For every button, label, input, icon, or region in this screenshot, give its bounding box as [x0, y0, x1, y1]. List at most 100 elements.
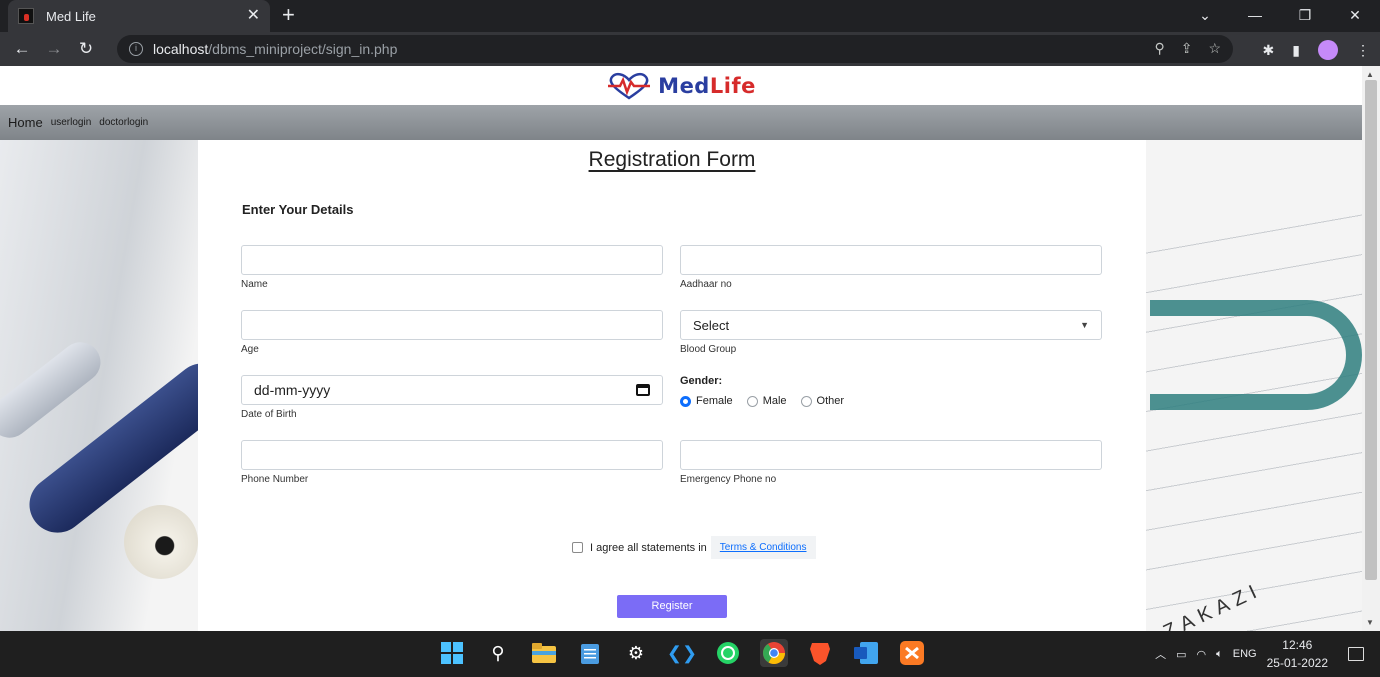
- whatsapp-icon[interactable]: [714, 639, 742, 667]
- vscode-icon[interactable]: ❮❯: [667, 639, 697, 667]
- search-icon[interactable]: ⚲: [484, 639, 512, 667]
- back-button[interactable]: ←: [6, 39, 38, 59]
- brave-icon[interactable]: [806, 639, 834, 667]
- stethoscope-chestpiece-shape: [124, 505, 198, 579]
- site-header: MedLife: [0, 66, 1362, 105]
- notepad-icon[interactable]: [576, 639, 604, 667]
- name-input[interactable]: [241, 245, 663, 275]
- logo-text-med: Med: [658, 73, 710, 98]
- zoom-icon[interactable]: ⚲: [1154, 40, 1164, 57]
- agree-checkbox[interactable]: [572, 542, 583, 553]
- tab-close-icon[interactable]: ✕: [247, 8, 260, 24]
- dob-label: Date of Birth: [241, 409, 297, 420]
- radio-other[interactable]: [800, 395, 812, 407]
- nav-home-link[interactable]: Home: [8, 115, 43, 130]
- radio-male[interactable]: [746, 395, 758, 407]
- name-field-group: Name: [241, 245, 663, 290]
- browser-toolbar: ← → ↻ i localhost /dbms_miniproject/sign…: [0, 32, 1380, 66]
- volume-icon[interactable]: 🔈︎: [1216, 648, 1223, 661]
- gender-other-option[interactable]: Other: [800, 395, 845, 407]
- nav-userlogin-link[interactable]: userlogin: [51, 117, 92, 128]
- heartbeat-logo-icon: [608, 72, 651, 100]
- gender-male-option[interactable]: Male: [746, 395, 787, 407]
- registration-card: Registration Form Enter Your Details Nam…: [198, 140, 1146, 631]
- url-host: localhost: [153, 41, 209, 57]
- age-field-group: Age: [241, 310, 663, 355]
- side-panel-icon[interactable]: ▮: [1292, 42, 1300, 59]
- background-paper: [1146, 214, 1362, 631]
- clock[interactable]: 12:46 25-01-2022: [1267, 636, 1328, 672]
- favicon-icon: [18, 8, 34, 24]
- file-explorer-icon[interactable]: [530, 639, 558, 667]
- chrome-icon[interactable]: [760, 639, 788, 667]
- window-controls: ⌄ — ❐ ✕: [1180, 0, 1380, 30]
- word-icon[interactable]: [852, 639, 880, 667]
- scroll-thumb[interactable]: [1365, 80, 1377, 580]
- address-bar[interactable]: i localhost /dbms_miniproject/sign_in.ph…: [117, 35, 1233, 63]
- page-viewport: MedLife Home userlogin doctorlogin ZAKAZ…: [0, 66, 1362, 631]
- os-taskbar: ⚲ ⚙ ❮❯ ︿ ▭ ◠ 🔈︎ ENG 12:46 25-01-2022: [0, 631, 1380, 677]
- page-scrollbar[interactable]: ▲ ▼: [1362, 66, 1380, 631]
- url-path: /dbms_miniproject/sign_in.php: [208, 41, 398, 57]
- emergency-phone-label: Emergency Phone no: [680, 474, 777, 485]
- terms-agreement: I agree all statements in Terms & Condit…: [572, 536, 816, 559]
- extensions-icon[interactable]: ✱: [1263, 42, 1275, 59]
- dob-input[interactable]: dd-mm-yyyy: [241, 375, 663, 405]
- age-label: Age: [241, 344, 259, 355]
- gender-label: Gender:: [680, 375, 723, 387]
- scroll-up-icon[interactable]: ▲: [1366, 70, 1374, 79]
- notification-icon[interactable]: [1348, 647, 1364, 661]
- age-input[interactable]: [241, 310, 663, 340]
- calendar-icon[interactable]: [636, 384, 650, 396]
- blood-group-label: Blood Group: [680, 344, 737, 355]
- start-windows-icon[interactable]: [438, 639, 466, 667]
- menu-kebab-icon[interactable]: ⋮: [1356, 42, 1370, 59]
- scroll-down-icon[interactable]: ▼: [1366, 618, 1374, 627]
- chevron-up-icon[interactable]: ︿: [1155, 646, 1166, 662]
- form-title: Registration Form: [588, 148, 756, 171]
- gender-other-label: Other: [816, 395, 845, 407]
- emergency-phone-input[interactable]: [680, 440, 1102, 470]
- share-icon[interactable]: ⇪: [1181, 40, 1193, 57]
- medlife-logo[interactable]: MedLife: [606, 72, 756, 100]
- gender-female-option[interactable]: Female: [680, 395, 733, 407]
- blood-group-value: Select: [693, 317, 730, 333]
- dob-field-group: dd-mm-yyyy Date of Birth: [241, 375, 663, 420]
- bookmark-star-icon[interactable]: ☆: [1208, 40, 1221, 57]
- battery-icon[interactable]: ▭: [1176, 648, 1186, 661]
- language-indicator[interactable]: ENG: [1233, 648, 1257, 660]
- nav-doctorlogin-link[interactable]: doctorlogin: [99, 117, 148, 128]
- tab-strip: Med Life ✕ + ⌄ — ❐ ✕: [0, 0, 1380, 32]
- minimize-button[interactable]: —: [1230, 7, 1280, 23]
- settings-gear-icon[interactable]: ⚙: [622, 639, 650, 667]
- blood-group-select[interactable]: Select ▼: [680, 310, 1102, 340]
- name-label: Name: [241, 279, 268, 290]
- phone-label: Phone Number: [241, 474, 309, 485]
- restore-button[interactable]: ❐: [1280, 7, 1330, 24]
- tab-search-icon[interactable]: ⌄: [1180, 7, 1230, 24]
- aadhaar-label: Aadhaar no: [680, 279, 732, 290]
- new-tab-button[interactable]: +: [282, 4, 295, 26]
- blood-group-field-group: Select ▼ Blood Group: [680, 310, 1102, 355]
- radio-female[interactable]: [680, 395, 691, 407]
- profile-avatar[interactable]: [1318, 40, 1338, 60]
- gender-female-label: Female: [696, 395, 733, 407]
- form-subheading: Enter Your Details: [242, 202, 354, 217]
- emergency-field-group: Emergency Phone no: [680, 440, 1102, 485]
- forward-button[interactable]: →: [38, 39, 70, 59]
- pen-clip-shape: [0, 334, 109, 446]
- close-window-button[interactable]: ✕: [1330, 7, 1380, 24]
- aadhaar-input[interactable]: [680, 245, 1102, 275]
- system-tray: ︿ ▭ ◠ 🔈︎ ENG 12:46 25-01-2022: [1155, 631, 1364, 677]
- phone-input[interactable]: [241, 440, 663, 470]
- stethoscope-tube-shape: [1150, 300, 1362, 410]
- phone-field-group: Phone Number: [241, 440, 663, 485]
- reload-button[interactable]: ↻: [70, 39, 102, 59]
- wifi-icon[interactable]: ◠: [1197, 648, 1207, 661]
- browser-tab[interactable]: Med Life ✕: [8, 0, 270, 32]
- terms-link[interactable]: Terms & Conditions: [710, 536, 816, 559]
- register-button[interactable]: Register: [617, 595, 727, 618]
- site-info-icon[interactable]: i: [129, 42, 143, 56]
- gender-group: Gender: Female Male Other: [680, 375, 844, 407]
- xampp-icon[interactable]: [898, 639, 926, 667]
